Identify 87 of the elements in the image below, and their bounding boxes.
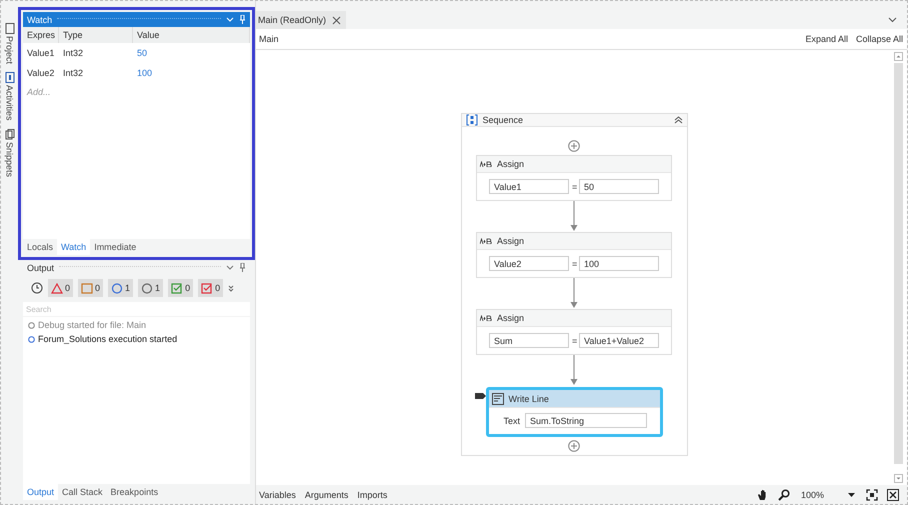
connector-arrow bbox=[570, 355, 578, 386]
add-activity-icon[interactable] bbox=[568, 440, 580, 452]
designer-tab[interactable]: Arguments bbox=[304, 490, 348, 500]
designer-tab[interactable]: Imports bbox=[357, 490, 388, 500]
table-cell-text: Value2 bbox=[26, 68, 56, 78]
collapse-icon[interactable] bbox=[674, 116, 682, 124]
add-activity-icon[interactable] bbox=[568, 140, 580, 152]
variable-field[interactable]: Value2 bbox=[489, 256, 569, 271]
activity-title: Assign bbox=[497, 313, 524, 323]
activity-title: Assign bbox=[497, 159, 524, 169]
panel-tab[interactable]: Call Stack bbox=[58, 484, 107, 500]
table-cell-text: Int32 bbox=[62, 48, 84, 58]
info-filter-button[interactable]: 1 bbox=[108, 279, 134, 297]
expand-icon[interactable] bbox=[228, 284, 234, 292]
variable-field[interactable]: Sum bbox=[489, 333, 569, 348]
table-cell-text: 50 bbox=[136, 48, 148, 58]
table-cell-text: Value1 bbox=[26, 48, 56, 58]
value-field[interactable]: Value1+Value2 bbox=[579, 333, 659, 348]
text-field[interactable]: Sum.ToString bbox=[525, 413, 648, 428]
checkbox-tick-icon bbox=[201, 282, 214, 294]
panel-tab[interactable]: Locals bbox=[23, 239, 58, 255]
chevron-down-icon[interactable] bbox=[226, 264, 234, 270]
vertical-scrollbar[interactable] bbox=[892, 50, 905, 485]
table-cell-text: Int32 bbox=[62, 68, 84, 78]
clock-icon[interactable] bbox=[31, 282, 43, 294]
assign-icon bbox=[480, 161, 492, 167]
panel-title: Watch bbox=[27, 14, 52, 24]
fit-screen-icon[interactable] bbox=[866, 488, 878, 500]
side-tab[interactable]: Activities bbox=[4, 72, 14, 121]
assign-icon bbox=[480, 315, 492, 321]
caret-icon bbox=[848, 492, 855, 496]
assign-activity[interactable]: Assign Sum = Value1+Value2 bbox=[476, 309, 672, 355]
chevron-down-icon[interactable] bbox=[888, 17, 897, 23]
activity-title: Assign bbox=[497, 236, 524, 246]
assign-activity[interactable]: Assign Value2 = 100 bbox=[476, 232, 672, 278]
connector-arrow bbox=[570, 278, 578, 309]
equals-sign: = bbox=[572, 182, 576, 192]
side-tab[interactable]: Project bbox=[4, 23, 14, 64]
panel-tab[interactable]: Breakpoints bbox=[106, 484, 162, 500]
assign-icon bbox=[480, 238, 492, 244]
panel-tab[interactable]: Immediate bbox=[90, 239, 140, 255]
assign-activity[interactable]: Assign Value1 = 50 bbox=[476, 155, 672, 201]
connector-arrow bbox=[570, 201, 578, 232]
zoom-icon[interactable] bbox=[778, 488, 790, 500]
warning-filter-button[interactable]: 0 bbox=[78, 279, 104, 297]
table-cell-text: 100 bbox=[136, 68, 154, 78]
toolbar-link[interactable]: Expand All bbox=[805, 34, 848, 44]
breakpoint-marker-icon bbox=[474, 393, 486, 399]
trace-filter-button[interactable]: 1 bbox=[138, 279, 164, 297]
panel-title: Output bbox=[27, 262, 54, 272]
designer-tab[interactable]: Variables bbox=[259, 490, 296, 500]
pin-icon[interactable] bbox=[239, 263, 246, 272]
overview-icon[interactable] bbox=[887, 488, 899, 500]
sequence-title: Sequence bbox=[482, 115, 524, 125]
sequence-container[interactable]: Sequence Assign Value1 = 50 Assign Value2 = 100 Assign Sum = Value1+Value2 Write Line Text Sum.ToString bbox=[460, 113, 688, 456]
status-dot-icon bbox=[28, 322, 35, 328]
side-tab[interactable]: Snippets bbox=[4, 128, 14, 177]
log-message: Debug started for file: Main bbox=[38, 320, 146, 330]
log-message: Forum_Solutions execution started bbox=[38, 334, 178, 344]
field-label: Text bbox=[504, 416, 520, 426]
write-line-activity[interactable]: Write Line Text Sum.ToString bbox=[486, 387, 662, 437]
zoom-dropdown[interactable]: 100% bbox=[798, 490, 857, 500]
close-icon[interactable] bbox=[332, 16, 342, 24]
value-field[interactable]: 50 bbox=[579, 179, 659, 194]
variable-field[interactable]: Value1 bbox=[489, 179, 569, 194]
document-icon bbox=[4, 72, 14, 84]
document-icon bbox=[4, 128, 14, 140]
scroll-up-icon[interactable] bbox=[894, 52, 903, 61]
document-icon bbox=[4, 23, 14, 34]
activity-title: Write Line bbox=[508, 394, 549, 404]
breadcrumb[interactable]: Main bbox=[259, 34, 279, 44]
sequence-icon bbox=[466, 114, 478, 126]
scroll-down-icon[interactable] bbox=[894, 474, 903, 483]
success-filter-button[interactable]: 0 bbox=[168, 279, 194, 297]
value-field[interactable]: 100 bbox=[579, 256, 659, 271]
error-filter-button[interactable]: 0 bbox=[48, 279, 74, 297]
search-field[interactable]: Search bbox=[23, 302, 250, 316]
equals-sign: = bbox=[572, 336, 576, 346]
panel-tab[interactable]: Watch bbox=[57, 239, 90, 255]
status-dot-icon bbox=[28, 336, 35, 342]
document-tab[interactable]: Main (ReadOnly) bbox=[256, 11, 346, 29]
warning-triangle-icon bbox=[51, 282, 63, 294]
failure-filter-button[interactable]: 0 bbox=[198, 279, 224, 297]
panel-tab[interactable]: Output bbox=[23, 484, 58, 500]
toolbar-link[interactable]: Collapse All bbox=[856, 34, 903, 44]
equals-sign: = bbox=[572, 258, 576, 268]
checkbox-tick-icon bbox=[171, 282, 184, 294]
